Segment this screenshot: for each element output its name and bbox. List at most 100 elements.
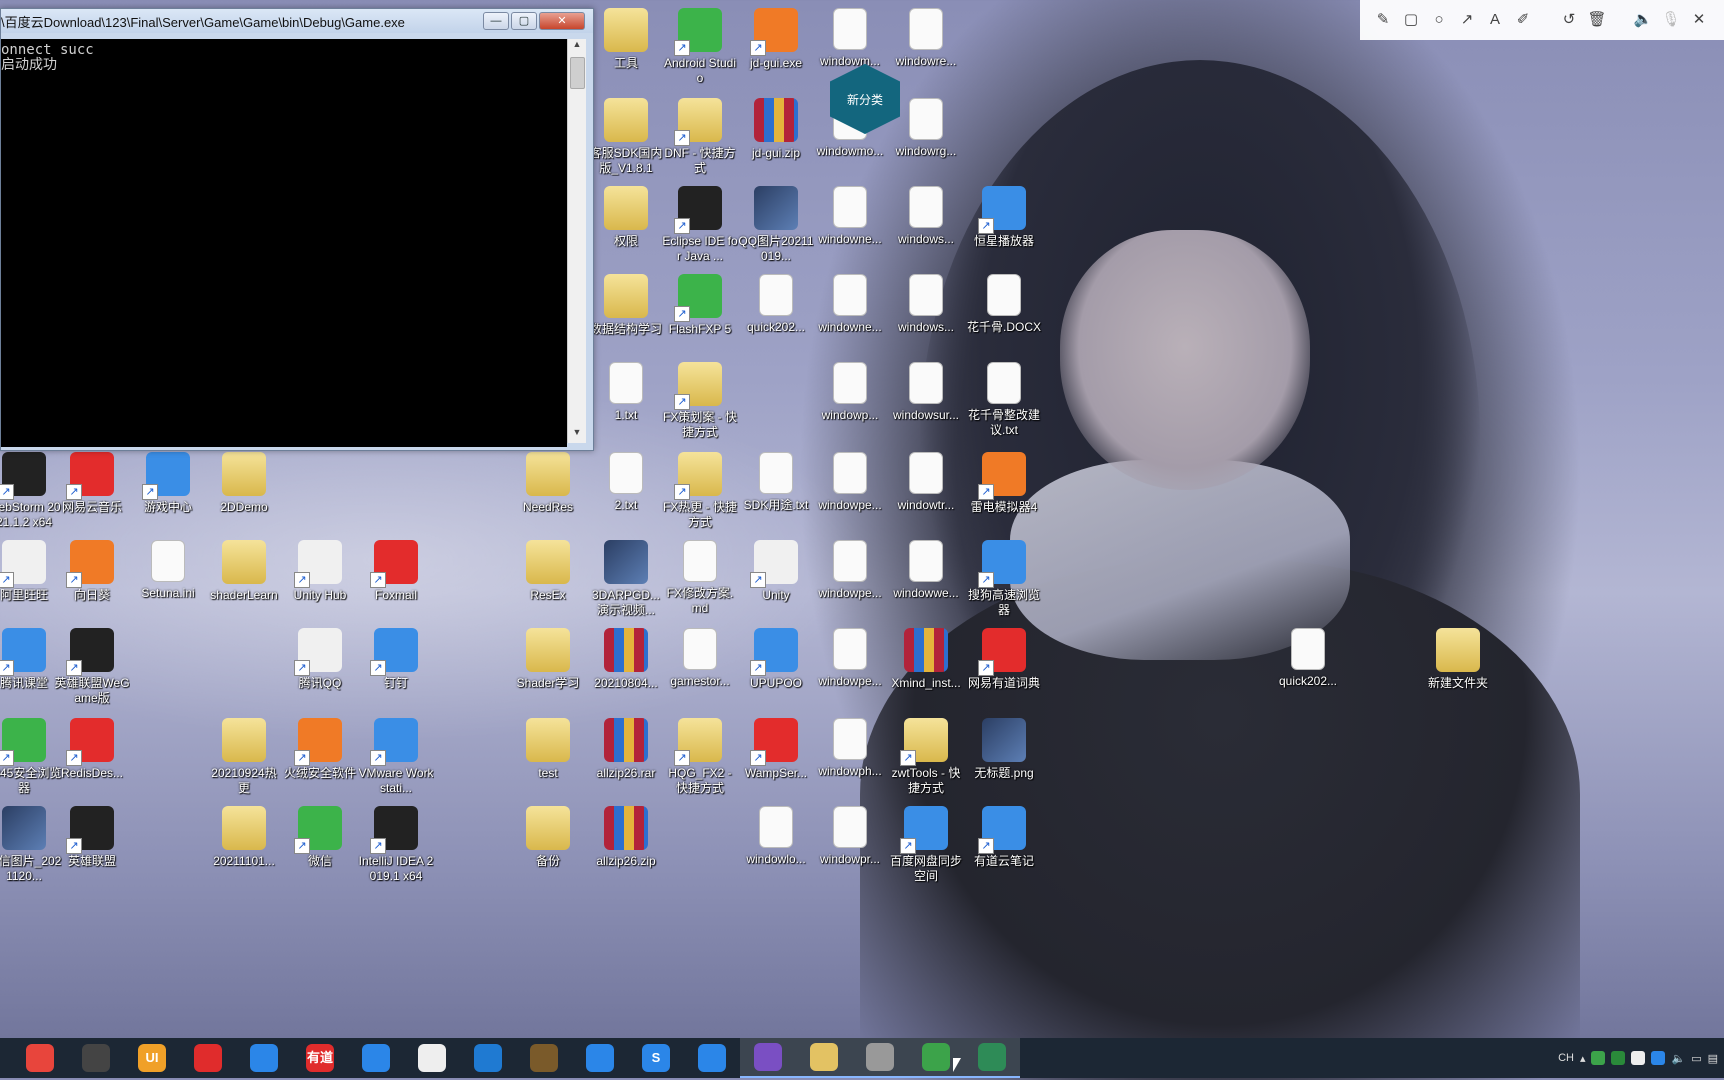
desktop-icon[interactable]: UPUPOO [738,628,814,691]
desktop-icon[interactable]: windowm... [812,8,888,69]
taskbar-youdao[interactable]: 有道 [292,1038,348,1078]
desktop-icon[interactable]: 向日葵 [54,540,130,603]
console-output[interactable]: onnect succ 启动成功 [1,39,567,447]
desktop-icon[interactable]: jd-gui.zip [738,98,814,161]
desktop-icon[interactable]: Unity [738,540,814,603]
taskbar-dingtalk[interactable] [348,1038,404,1078]
shield-tray-icon[interactable] [1651,1051,1666,1065]
taskbar-flower[interactable] [404,1038,460,1078]
desktop-icon[interactable]: zwtTools - 快捷方式 [888,718,964,796]
taskbar-file-explorer[interactable] [796,1038,852,1078]
desktop-icon[interactable]: windowlo... [738,806,814,867]
desktop-icon[interactable]: WebStorm 2021.1.2 x64 [0,452,62,530]
taskbar-netease-music[interactable] [180,1038,236,1078]
desktop-icon[interactable]: windowpe... [812,540,888,601]
desktop-icon[interactable]: windowtr... [888,452,964,513]
desktop-icon[interactable]: windowwe... [888,540,964,601]
taskbar-chrome[interactable] [12,1038,68,1078]
desktop-icon[interactable]: 工具 [588,8,664,71]
console-window[interactable]: \百度云Download\123\Final\Server\Game\Game\… [0,8,594,451]
desktop-icon[interactable]: 客服SDK国内版_V1.8.1 [588,98,664,176]
scroll-thumb[interactable] [570,57,585,89]
desktop-icon[interactable]: Shader学习 [510,628,586,691]
taskbar-avatar[interactable] [852,1038,908,1078]
desktop-icon[interactable]: RedisDes... [54,718,130,781]
wechat-tray-icon[interactable] [1591,1051,1606,1065]
desktop-icon[interactable]: 20210804... [588,628,664,691]
desktop-icon[interactable]: 钉钉 [358,628,434,691]
taskbar-ui[interactable]: UI [124,1038,180,1078]
desktop-icon[interactable]: 网易云音乐 [54,452,130,515]
desktop-icon[interactable]: Foxmail [358,540,434,603]
desktop-icon[interactable]: windowne... [812,274,888,335]
desktop-icon[interactable]: 腾讯课堂 [0,628,62,691]
taskbar-app[interactable] [68,1038,124,1078]
desktop-icon[interactable]: FX热更 - 快捷方式 [662,452,738,530]
desktop-icon[interactable]: 游戏中心 [130,452,206,515]
desktop-icon[interactable]: 火绒安全软件 [282,718,358,781]
desktop-icon[interactable]: WampSer... [738,718,814,781]
taskbar-vscode[interactable] [460,1038,516,1078]
desktop-icon[interactable]: HQG_FX2 - 快捷方式 [662,718,738,796]
desktop-icon[interactable]: 微信图片_2021120... [0,806,62,884]
desktop-icon[interactable]: gamestor... [662,628,738,689]
console-titlebar[interactable]: \百度云Download\123\Final\Server\Game\Game\… [1,9,593,33]
desktop-icon[interactable]: windowpr... [812,806,888,867]
desktop-icon[interactable]: quick202... [1270,628,1346,689]
desktop-icon[interactable]: 腾讯QQ [282,628,358,691]
qq-tray-icon[interactable] [1631,1051,1646,1065]
chevron-up-icon[interactable]: ▴ [1580,1052,1586,1065]
desktop-icon[interactable]: 1.txt [588,362,664,423]
desktop-icon[interactable]: 数据结构学习 [588,274,664,337]
desktop-icon[interactable]: windows... [888,274,964,335]
text-icon[interactable]: A [1484,9,1506,31]
desktop-icon[interactable]: 花千骨.DOCX [966,274,1042,335]
scroll-down-icon[interactable]: ▼ [568,427,586,443]
desktop-icon[interactable]: 雷电模拟器4 [966,452,1042,515]
desktop-icon[interactable]: 网易有道词典 [966,628,1042,691]
desktop-icon[interactable]: 权限 [588,186,664,249]
green-tray-icon[interactable] [1611,1051,1626,1065]
desktop-icon[interactable]: test [510,718,586,781]
taskbar-qq-browser[interactable] [684,1038,740,1078]
desktop-icon[interactable]: FlashFXP 5 [662,274,738,337]
taskbar-console[interactable] [964,1038,1020,1078]
desktop-icon[interactable]: 百度网盘同步空间 [888,806,964,884]
marker-icon[interactable]: ✐ [1512,9,1534,31]
undo-icon[interactable]: ↺ [1558,9,1580,31]
arrow-icon[interactable]: ↗ [1456,9,1478,31]
desktop-icon[interactable]: windowp... [812,362,888,423]
desktop-icon[interactable]: 2.txt [588,452,664,513]
taskbar-sogou[interactable]: S [628,1038,684,1078]
close-icon[interactable]: ✕ [1688,9,1710,31]
desktop-icon[interactable]: windowph... [812,718,888,779]
desktop-icon[interactable]: allzip26.zip [588,806,664,869]
mic-icon[interactable]: 🎙 [1660,9,1682,31]
minimize-button[interactable]: — [483,12,509,30]
desktop-icon[interactable]: 英雄联盟WeGame版 [54,628,130,706]
desktop-icon[interactable]: SDK用途.txt [738,452,814,513]
desktop-icon[interactable]: VMware Workstati... [358,718,434,796]
desktop-icon[interactable]: Android Studio [662,8,738,86]
pencil-icon[interactable]: ✎ [1372,9,1394,31]
desktop-icon[interactable]: allzip26.rar [588,718,664,781]
desktop-icon[interactable]: windowre... [888,8,964,69]
desktop-icon[interactable]: 3DARPGD...演示视频... [588,540,664,618]
desktop-icon[interactable]: 2DDemo [206,452,282,515]
desktop-icon[interactable]: windowsur... [888,362,964,423]
desktop-icon[interactable]: 新建文件夹 [1420,628,1496,691]
circle-icon[interactable]: ○ [1428,9,1450,31]
console-scrollbar[interactable]: ▲ ▼ [567,39,586,443]
desktop-icon[interactable]: 2345安全浏览器 [0,718,62,796]
desktop-icon[interactable]: DNF - 快捷方式 [662,98,738,176]
delete-icon[interactable]: 🗑 [1586,9,1608,31]
scroll-up-icon[interactable]: ▲ [568,39,586,55]
desktop-icon[interactable]: NeedRes [510,452,586,515]
taskbar-pen[interactable] [236,1038,292,1078]
desktop-icon[interactable]: 阿里旺旺 [0,540,62,603]
desktop-icon[interactable]: 无标题.png [966,718,1042,781]
taskbar-visual-studio[interactable] [740,1038,796,1078]
volume-icon[interactable]: 🔈 [1671,1052,1685,1065]
desktop-icon[interactable]: windows... [888,186,964,247]
taskbar-browser[interactable] [572,1038,628,1078]
